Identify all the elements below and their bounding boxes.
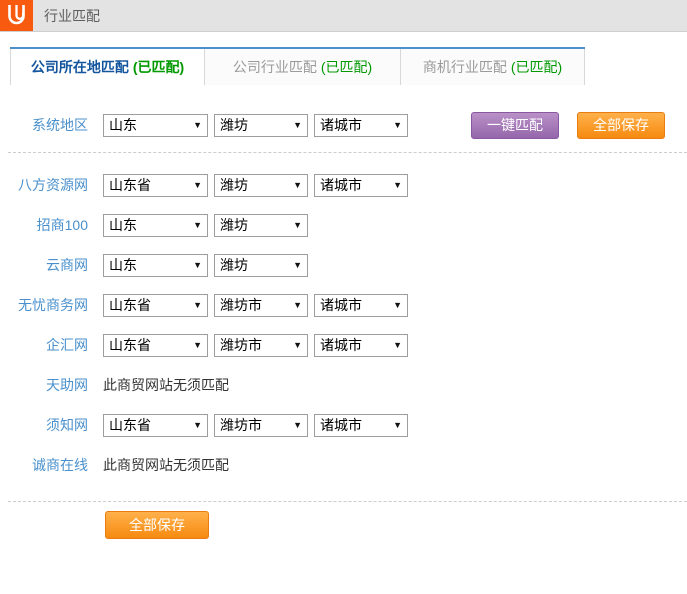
- city-select[interactable]: 潍坊: [214, 114, 308, 137]
- u-glyph-icon: [6, 4, 27, 27]
- district-select[interactable]: 诸城市: [314, 334, 408, 357]
- district-select[interactable]: 诸城市: [314, 294, 408, 317]
- city-select[interactable]: 潍坊: [214, 254, 308, 277]
- city-select[interactable]: 潍坊: [214, 174, 308, 197]
- one-key-match-button[interactable]: 一键匹配: [471, 112, 559, 139]
- tab-label: 商机行业匹配: [423, 57, 507, 77]
- tab-matched-status: (已匹配): [133, 57, 184, 77]
- save-all-button-top[interactable]: 全部保存: [577, 112, 665, 139]
- row-system-region: 系统地区 山东▼ 潍坊▼ 诸城市▼ 一键匹配 全部保存: [0, 105, 687, 145]
- row-controls: 山东省▼ 潍坊▼ 诸城市▼: [103, 174, 408, 197]
- row-label: 系统地区: [0, 115, 88, 135]
- province-select[interactable]: 山东: [103, 214, 208, 237]
- row-label: 须知网: [0, 415, 88, 435]
- row-label: 天助网: [0, 375, 88, 395]
- province-select[interactable]: 山东省: [103, 334, 208, 357]
- row-controls: 山东省▼ 潍坊市▼ 诸城市▼: [103, 294, 408, 317]
- top-action-buttons: 一键匹配 全部保存: [471, 112, 665, 139]
- city-select[interactable]: 潍坊: [214, 214, 308, 237]
- no-match-needed-text: 此商贸网站无须匹配: [103, 455, 229, 475]
- row-qihui: 企汇网 山东省▼ 潍坊市▼ 诸城市▼: [0, 325, 687, 365]
- province-select[interactable]: 山东: [103, 114, 208, 137]
- row-label: 企汇网: [0, 335, 88, 355]
- city-select[interactable]: 潍坊市: [214, 414, 308, 437]
- match-form: 系统地区 山东▼ 潍坊▼ 诸城市▼ 一键匹配 全部保存 八方资源网 山东省▼ 潍…: [0, 105, 687, 485]
- tab-label: 公司所在地匹配: [31, 57, 129, 77]
- tab-business-industry-match[interactable]: 商机行业匹配 (已匹配): [400, 49, 585, 85]
- tab-company-industry-match[interactable]: 公司行业匹配 (已匹配): [204, 49, 400, 85]
- page-title: 行业匹配: [44, 0, 100, 31]
- tab-label: 公司行业匹配: [233, 57, 317, 77]
- no-match-needed-text: 此商贸网站无须匹配: [103, 375, 229, 395]
- tab-matched-status: (已匹配): [511, 57, 562, 77]
- city-select[interactable]: 潍坊市: [214, 334, 308, 357]
- row-controls: 山东▼ 潍坊▼ 诸城市▼: [103, 114, 408, 137]
- district-select[interactable]: 诸城市: [314, 114, 408, 137]
- row-chengshang-online: 诚商在线 此商贸网站无须匹配: [0, 445, 687, 485]
- row-tianzhu: 天助网 此商贸网站无须匹配: [0, 365, 687, 405]
- province-select[interactable]: 山东: [103, 254, 208, 277]
- tab-company-location-match[interactable]: 公司所在地匹配 (已匹配): [10, 49, 204, 85]
- district-select[interactable]: 诸城市: [314, 174, 408, 197]
- top-header-bar: 行业匹配: [0, 0, 687, 32]
- tab-strip: 公司所在地匹配 (已匹配) 公司行业匹配 (已匹配) 商机行业匹配 (已匹配): [10, 47, 585, 85]
- city-select[interactable]: 潍坊市: [214, 294, 308, 317]
- row-controls: 山东▼ 潍坊▼: [103, 254, 308, 277]
- row-label: 八方资源网: [0, 175, 88, 195]
- province-select[interactable]: 山东省: [103, 294, 208, 317]
- row-controls: 山东▼ 潍坊▼: [103, 214, 308, 237]
- app-logo-icon: [0, 0, 33, 31]
- row-yunshang: 云商网 山东▼ 潍坊▼: [0, 245, 687, 285]
- row-label: 招商100: [0, 215, 88, 235]
- district-select[interactable]: 诸城市: [314, 414, 408, 437]
- row-label: 云商网: [0, 255, 88, 275]
- row-wuyou-shangwu: 无忧商务网 山东省▼ 潍坊市▼ 诸城市▼: [0, 285, 687, 325]
- row-xuzhi: 须知网 山东省▼ 潍坊市▼ 诸城市▼: [0, 405, 687, 445]
- row-zhaoshang-100: 招商100 山东▼ 潍坊▼: [0, 205, 687, 245]
- row-bafang-ziyuan: 八方资源网 山东省▼ 潍坊▼ 诸城市▼: [0, 165, 687, 205]
- province-select[interactable]: 山东省: [103, 414, 208, 437]
- row-label: 无忧商务网: [0, 295, 88, 315]
- dashed-divider: [8, 152, 687, 153]
- save-all-button-bottom[interactable]: 全部保存: [105, 511, 209, 539]
- dashed-divider: [8, 501, 687, 502]
- row-controls: 山东省▼ 潍坊市▼ 诸城市▼: [103, 414, 408, 437]
- tab-matched-status: (已匹配): [321, 57, 372, 77]
- province-select[interactable]: 山东省: [103, 174, 208, 197]
- row-controls: 山东省▼ 潍坊市▼ 诸城市▼: [103, 334, 408, 357]
- row-label: 诚商在线: [0, 455, 88, 475]
